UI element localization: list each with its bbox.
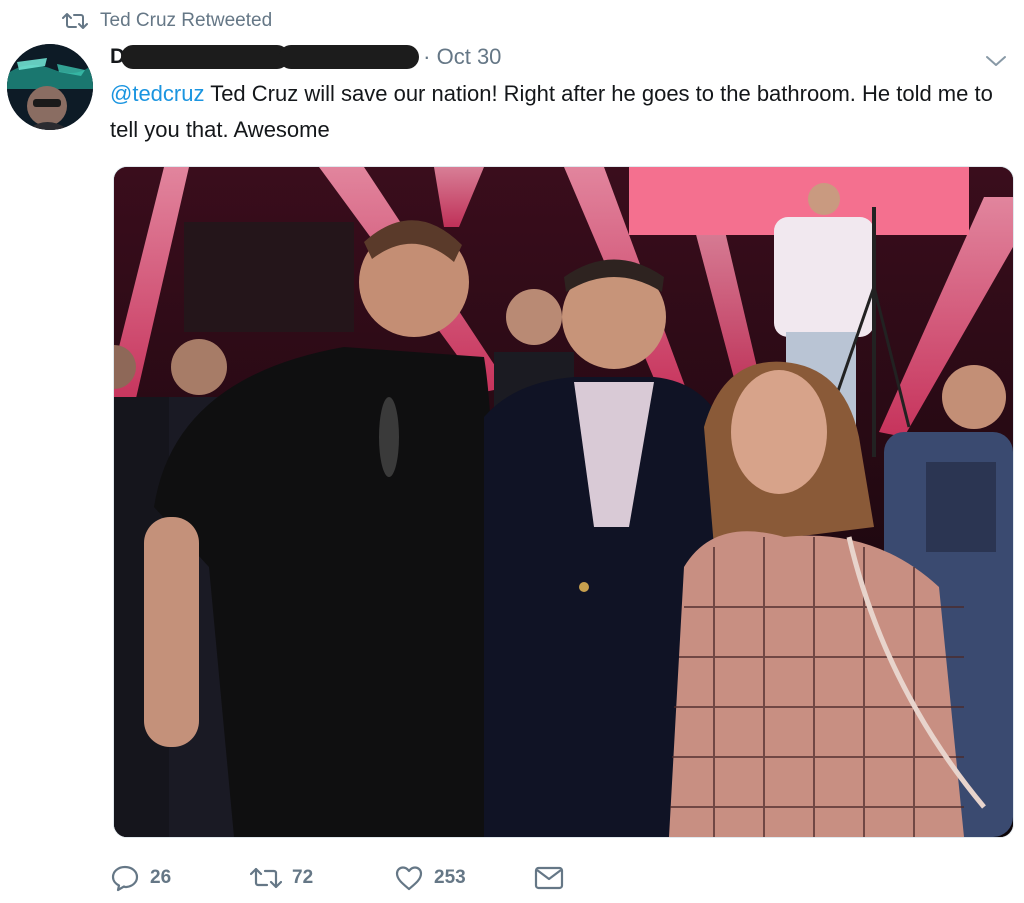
direct-message-button[interactable]	[534, 865, 564, 891]
redacted-handle	[279, 45, 420, 69]
redacted-name	[121, 45, 290, 69]
retweet-banner: Ted Cruz Retweeted	[62, 8, 272, 34]
retweet-count: 72	[292, 867, 314, 888]
retweet-icon	[250, 866, 282, 890]
heart-icon	[394, 864, 424, 892]
tweet-photo[interactable]	[113, 166, 1014, 838]
envelope-icon	[534, 865, 564, 891]
tweet-text: @tedcruz Ted Cruz will save our nation! …	[110, 76, 1010, 148]
like-count: 253	[434, 867, 466, 888]
reply-icon	[110, 864, 140, 892]
chevron-down-icon[interactable]	[984, 52, 1008, 70]
tweet-header: D · Oct 30	[110, 40, 501, 74]
mention-link[interactable]: @tedcruz	[110, 81, 204, 106]
avatar[interactable]	[7, 44, 93, 130]
tweet-date[interactable]: · Oct 30	[423, 44, 501, 70]
tweet-actions: 26 72 253	[110, 858, 564, 898]
retweet-icon	[62, 11, 88, 31]
retweet-button[interactable]: 72	[250, 866, 394, 890]
like-button[interactable]: 253	[394, 864, 534, 892]
tweet-body: Ted Cruz will save our nation! Right aft…	[110, 81, 993, 142]
reply-button[interactable]: 26	[110, 864, 250, 892]
retweeter-name[interactable]: Ted Cruz Retweeted	[100, 10, 272, 32]
reply-count: 26	[150, 867, 172, 888]
